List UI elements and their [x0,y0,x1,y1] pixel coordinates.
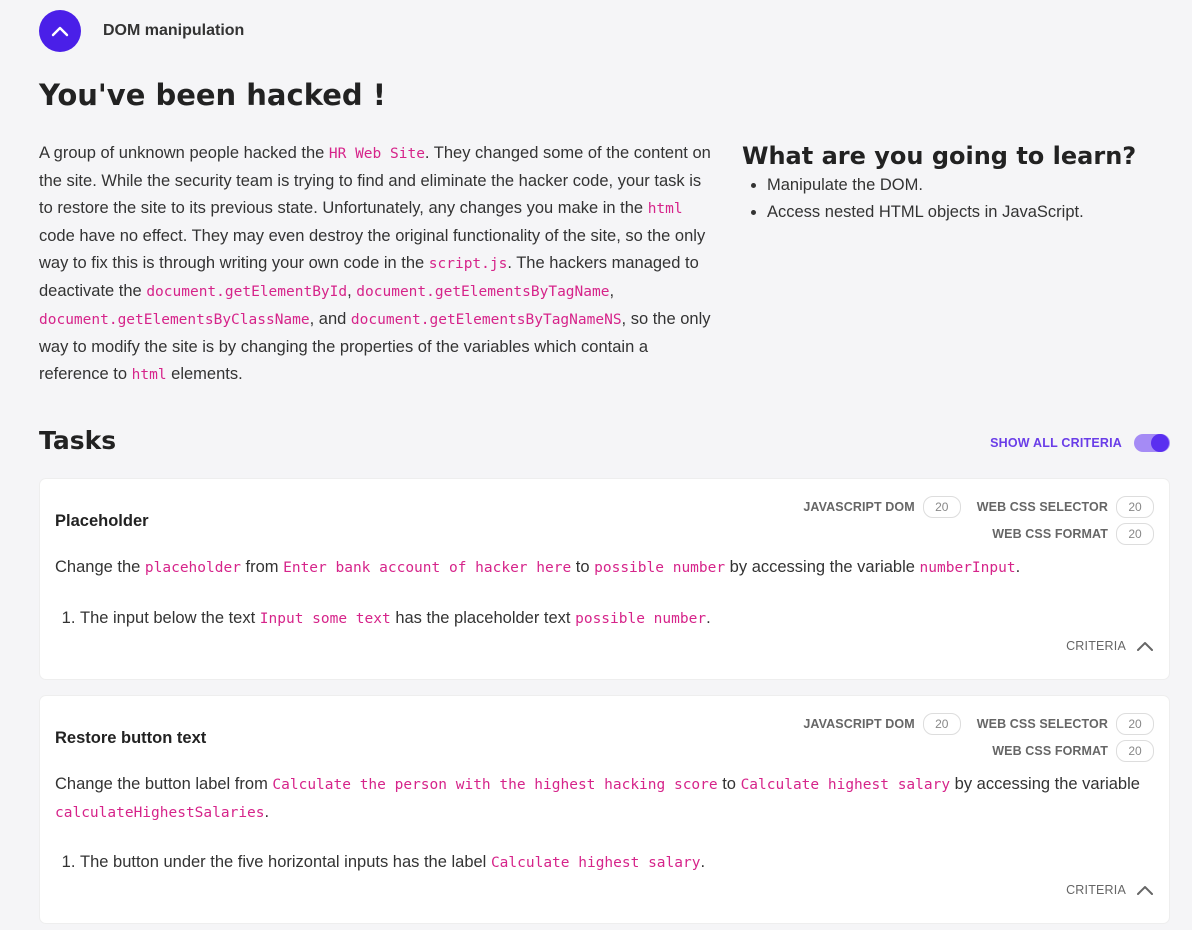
score-pill: 20 [1116,523,1154,545]
code-snippet: document.getElementsByClassName [39,312,310,328]
criteria-list: The button under the five horizontal inp… [55,849,705,877]
criterion-item: The button under the five horizontal inp… [80,849,705,877]
criteria-collapse-toggle[interactable]: CRITERIA [1066,883,1154,897]
chevron-up-icon [1137,886,1153,895]
code-snippet: document.getElementById [146,284,348,300]
code-snippet: possible number [575,611,707,627]
tasks-heading: Tasks [39,426,117,455]
code-snippet: Calculate highest salary [490,855,701,871]
code-snippet: html [131,367,167,383]
module-title: DOM manipulation [103,22,245,39]
learning-goals-list: Manipulate the DOM. Access nested HTML o… [742,172,1162,226]
chevron-up-icon [1137,642,1153,651]
task-card: Placeholder JAVASCRIPT DOM 20 WEB CSS SE… [40,479,1169,679]
skill-badge-css-format: WEB CSS FORMAT 20 [992,740,1154,762]
criteria-label: CRITERIA [1066,883,1126,897]
code-snippet: script.js [428,256,508,272]
score-pill: 20 [922,496,961,518]
code-snippet: numberInput [919,560,1016,576]
task-description: Change the placeholder from Enter bank a… [55,558,1021,576]
score-pill: 20 [922,713,961,735]
criteria-collapse-toggle[interactable]: CRITERIA [1066,639,1154,653]
skill-badge-css-selector: WEB CSS SELECTOR 20 [977,713,1154,735]
show-all-criteria-toggle[interactable]: SHOW ALL CRITERIA [990,434,1170,452]
code-snippet: Enter bank account of hacker here [283,560,572,576]
learning-goals-heading: What are you going to learn? [742,142,1137,170]
show-all-criteria-label: SHOW ALL CRITERIA [990,436,1122,450]
task-description: Change the button label from Calculate t… [55,775,1140,821]
task-title: Restore button text [55,729,207,747]
code-snippet: calculateHighestSalaries [55,805,265,821]
skill-badge-css-selector: WEB CSS SELECTOR 20 [977,496,1154,518]
skill-badge-javascript-dom: JAVASCRIPT DOM 20 [803,496,961,518]
criterion-item: The input below the text Input some text… [80,605,711,633]
score-pill: 20 [1116,740,1154,762]
toggle-switch[interactable] [1134,434,1170,452]
task-title: Placeholder [55,512,149,530]
code-snippet: document.getElementsByTagNameNS [350,312,622,328]
toggle-knob [1151,434,1169,452]
code-snippet: document.getElementsByTagName [356,284,610,300]
chevron-up-icon [51,26,69,37]
learning-goals: What are you going to learn? Manipulate … [742,140,1162,226]
code-snippet: Calculate the person with the highest ha… [272,777,718,793]
skill-badges: JAVASCRIPT DOM 20 WEB CSS SELECTOR 20 WE… [787,713,1154,767]
code-snippet: placeholder [144,560,241,576]
learning-goal-item: Access nested HTML objects in JavaScript… [767,199,1162,226]
code-snippet: HR Web Site [328,146,425,162]
criteria-list: The input below the text Input some text… [55,605,711,633]
score-pill: 20 [1116,496,1154,518]
code-snippet: Input some text [259,611,391,627]
intro-text: A group of unknown people hacked the HR … [39,144,711,383]
collapse-button[interactable] [39,10,81,52]
learning-goal-item: Manipulate the DOM. [767,172,1162,199]
code-snippet: possible number [594,560,726,576]
code-snippet: Calculate highest salary [740,777,951,793]
code-snippet: html [647,201,683,217]
skill-badge-javascript-dom: JAVASCRIPT DOM 20 [803,713,961,735]
skill-badges: JAVASCRIPT DOM 20 WEB CSS SELECTOR 20 WE… [787,496,1154,550]
task-card: Restore button text JAVASCRIPT DOM 20 WE… [40,696,1169,923]
criteria-label: CRITERIA [1066,639,1126,653]
score-pill: 20 [1116,713,1154,735]
skill-badge-css-format: WEB CSS FORMAT 20 [992,523,1154,545]
page-title: You've been hacked ! [39,78,386,112]
module-header: DOM manipulation [39,10,244,52]
